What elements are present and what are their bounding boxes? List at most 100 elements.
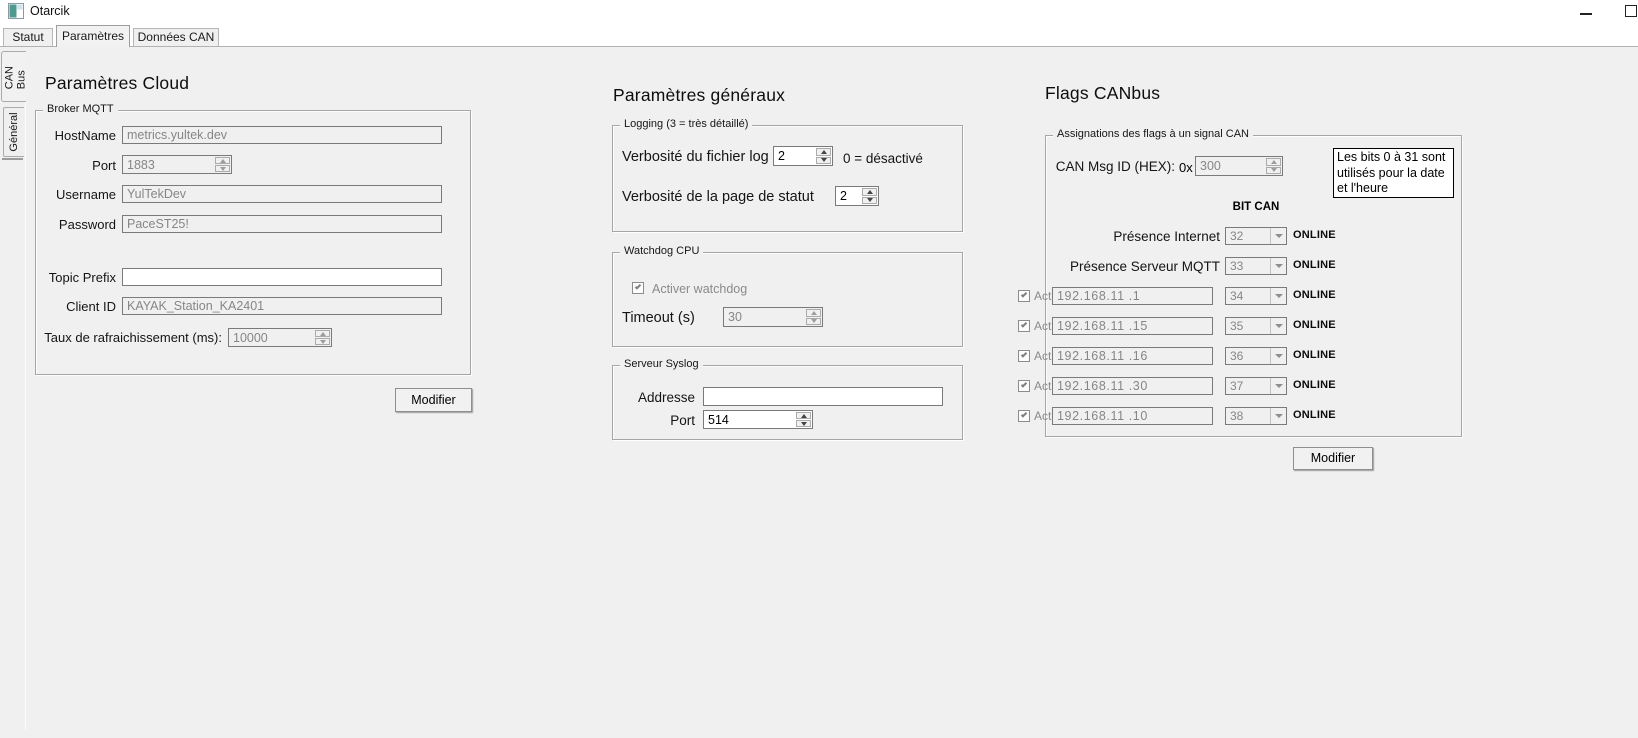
bit-select[interactable]: 35 — [1225, 317, 1287, 335]
ip-field[interactable]: 192.168.11 .1 — [1052, 287, 1213, 305]
bit-select[interactable]: 36 — [1225, 347, 1287, 365]
actif-checkbox[interactable] — [1018, 410, 1030, 422]
syslog-port-stepper[interactable]: 514 — [703, 410, 813, 429]
actif-checkbox[interactable] — [1018, 290, 1030, 302]
client-id-label: Client ID — [30, 299, 116, 314]
status-badge: ONLINE — [1293, 409, 1336, 421]
can-msg-up-icon[interactable] — [1266, 158, 1281, 166]
refresh-up-icon[interactable] — [315, 330, 330, 337]
file-verbosity-value[interactable]: 2 — [774, 147, 815, 165]
bit-value: 33 — [1226, 258, 1270, 274]
topic-prefix-field[interactable] — [122, 268, 442, 286]
file-verbosity-down-icon[interactable] — [816, 157, 831, 165]
ip-field[interactable]: 192.168.11 .16 — [1052, 347, 1213, 365]
refresh-down-icon[interactable] — [315, 338, 330, 345]
syslog-group-label: Serveur Syslog — [620, 358, 703, 370]
ip-field[interactable]: 192.168.11 .10 — [1052, 407, 1213, 425]
bit-select[interactable]: 37 — [1225, 377, 1287, 395]
logging-group-label: Logging (3 = très détaillé) — [620, 118, 752, 130]
side-tab-can-bus[interactable]: CAN Bus — [1, 51, 26, 102]
actif-checkbox[interactable] — [1018, 380, 1030, 392]
bit-select[interactable]: 32 — [1225, 227, 1287, 245]
bit-select[interactable]: 38 — [1225, 407, 1287, 425]
bit-select[interactable]: 33 — [1225, 257, 1287, 275]
bit-value: 38 — [1226, 408, 1270, 424]
file-verbosity-stepper[interactable]: 2 — [773, 146, 833, 166]
topic-prefix-label: Topic Prefix — [30, 270, 116, 285]
tab-donnees-can[interactable]: Données CAN — [133, 28, 219, 46]
refresh-rate-stepper[interactable]: 10000 — [228, 328, 332, 347]
hostname-field[interactable]: metrics.yultek.dev — [122, 126, 442, 144]
port-stepper[interactable]: 1883 — [122, 155, 232, 174]
watchdog-group: Watchdog CPU — [612, 252, 963, 347]
port-down-icon[interactable] — [215, 165, 230, 172]
bit-value: 36 — [1226, 348, 1270, 364]
bit-value: 35 — [1226, 318, 1270, 334]
bit-value: 34 — [1226, 288, 1270, 304]
chevron-down-icon[interactable] — [1270, 288, 1286, 304]
timeout-up-icon[interactable] — [806, 309, 821, 317]
tab-statut[interactable]: Statut — [3, 28, 53, 46]
syslog-address-label: Addresse — [600, 390, 695, 405]
flags-heading: Flags CANbus — [1045, 83, 1160, 104]
actif-checkbox[interactable] — [1018, 320, 1030, 332]
timeout-stepper[interactable]: 30 — [723, 307, 823, 327]
password-field[interactable]: PaceST25! — [122, 215, 442, 233]
username-field[interactable]: YulTekDev — [122, 185, 442, 203]
side-tab-divider — [2, 158, 23, 160]
bit-value: 32 — [1226, 228, 1270, 244]
ip-field[interactable]: 192.168.11 .15 — [1052, 317, 1213, 335]
check-icon — [1021, 381, 1027, 387]
check-icon — [1021, 291, 1027, 297]
bit-can-header: BIT CAN — [1225, 201, 1287, 213]
status-verbosity-stepper[interactable]: 2 — [835, 186, 879, 206]
timeout-down-icon[interactable] — [806, 318, 821, 326]
port-value[interactable]: 1883 — [123, 156, 214, 173]
syslog-port-label: Port — [600, 413, 695, 428]
check-icon — [635, 283, 641, 289]
maximize-icon[interactable] — [1625, 5, 1637, 17]
can-msg-id-value[interactable]: 300 — [1196, 157, 1265, 175]
syslog-port-value[interactable]: 514 — [704, 411, 795, 428]
can-msg-down-icon[interactable] — [1266, 167, 1281, 175]
status-badge: ONLINE — [1293, 289, 1336, 301]
bits-note: Les bits 0 à 31 sont utilisés pour la da… — [1333, 148, 1454, 198]
side-tab-general[interactable]: Général — [3, 107, 24, 157]
port-up-icon[interactable] — [215, 157, 230, 164]
minimize-icon[interactable] — [1580, 13, 1592, 15]
chevron-down-icon[interactable] — [1270, 318, 1286, 334]
watchdog-group-label: Watchdog CPU — [620, 245, 703, 257]
syslog-address-field[interactable] — [703, 387, 943, 406]
ip-field[interactable]: 192.168.11 .30 — [1052, 377, 1213, 395]
broker-mqtt-group-label: Broker MQTT — [43, 103, 118, 115]
chevron-down-icon[interactable] — [1270, 408, 1286, 424]
refresh-rate-label: Taux de rafraichissement (ms): — [40, 330, 222, 345]
hex-prefix: 0x — [1179, 160, 1193, 175]
can-msg-id-stepper[interactable]: 300 — [1195, 156, 1283, 176]
cloud-modify-button[interactable]: Modifier — [395, 388, 472, 412]
flags-modify-button[interactable]: Modifier — [1293, 447, 1373, 470]
status-verbosity-value[interactable]: 2 — [836, 187, 861, 205]
chevron-down-icon[interactable] — [1270, 228, 1286, 244]
status-verbosity-up-icon[interactable] — [862, 188, 877, 196]
chevron-down-icon[interactable] — [1270, 378, 1286, 394]
chevron-down-icon[interactable] — [1270, 348, 1286, 364]
watchdog-checkbox[interactable] — [632, 282, 644, 294]
refresh-rate-value[interactable]: 10000 — [229, 329, 314, 346]
timeout-value[interactable]: 30 — [724, 308, 805, 326]
tab-parametres[interactable]: Paramètres — [56, 25, 130, 47]
bit-value: 37 — [1226, 378, 1270, 394]
check-icon — [1021, 411, 1027, 417]
username-label: Username — [30, 187, 116, 202]
syslog-port-up-icon[interactable] — [796, 412, 811, 419]
side-tab-general-label: Général — [8, 112, 20, 151]
chevron-down-icon[interactable] — [1270, 258, 1286, 274]
syslog-port-down-icon[interactable] — [796, 420, 811, 427]
status-verbosity-down-icon[interactable] — [862, 197, 877, 205]
status-badge: ONLINE — [1293, 259, 1336, 271]
client-id-field[interactable]: KAYAK_Station_KA2401 — [122, 297, 442, 315]
actif-checkbox[interactable] — [1018, 350, 1030, 362]
status-badge: ONLINE — [1293, 319, 1336, 331]
bit-select[interactable]: 34 — [1225, 287, 1287, 305]
file-verbosity-up-icon[interactable] — [816, 148, 831, 156]
